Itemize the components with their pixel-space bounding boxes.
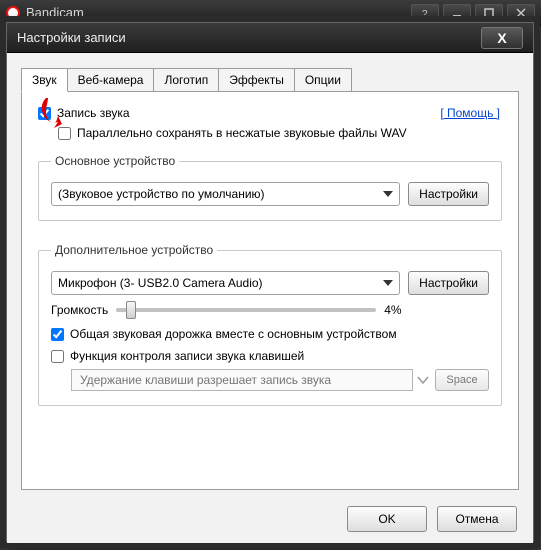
dialog-footer: OK Отмена <box>7 495 533 543</box>
dialog-close-button[interactable]: X <box>481 27 523 49</box>
space-key-button: Space <box>435 369 489 391</box>
app-title: Bandicam <box>26 5 84 20</box>
mix-with-main-row[interactable]: Общая звуковая дорожка вместе с основным… <box>51 327 489 341</box>
save-wav-checkbox[interactable] <box>58 127 71 140</box>
record-sound-label: Запись звука <box>57 106 130 120</box>
hotkey-input <box>71 369 413 391</box>
sound-tab-panel: [ Помощь ] Запись звука Параллельно сохр… <box>21 91 519 490</box>
tab-options[interactable]: Опции <box>294 68 352 92</box>
recording-settings-dialog: Настройки записи X Звук Веб-камера Логот… <box>6 22 534 542</box>
tab-label: Веб-камера <box>78 73 144 87</box>
tab-label: Эффекты <box>229 73 284 87</box>
tab-label: Звук <box>32 73 57 87</box>
secondary-device-select[interactable]: Микрофон (3- USB2.0 Camera Audio) <box>51 271 400 295</box>
main-device-select[interactable]: (Звуковое устройство по умолчанию) <box>51 182 400 206</box>
tab-label: Опции <box>305 73 341 87</box>
main-device-group: Основное устройство (Звуковое устройство… <box>38 154 502 221</box>
help-link[interactable]: [ Помощь ] <box>440 106 500 120</box>
volume-readout: 4% <box>384 303 401 317</box>
hotkey-toggle-checkbox[interactable] <box>51 350 64 363</box>
main-device-settings-button[interactable]: Настройки <box>408 182 489 206</box>
record-sound-row[interactable]: Запись звука <box>38 106 502 120</box>
tab-webcam[interactable]: Веб-камера <box>67 68 155 92</box>
app-maximize-button[interactable] <box>475 4 503 22</box>
volume-slider[interactable] <box>116 308 376 312</box>
tab-logo[interactable]: Логотип <box>153 68 219 92</box>
mix-with-main-label: Общая звуковая дорожка вместе с основным… <box>70 327 397 341</box>
main-device-legend: Основное устройство <box>51 154 179 168</box>
secondary-device-legend: Дополнительное устройство <box>51 243 217 257</box>
dialog-titlebar: Настройки записи X <box>7 23 533 53</box>
app-help-button[interactable]: ? <box>411 4 439 22</box>
hotkey-toggle-label: Функция контроля записи звука клавишей <box>70 349 304 363</box>
secondary-device-group: Дополнительное устройство Микрофон (3- U… <box>38 243 502 406</box>
volume-label: Громкость <box>51 303 108 317</box>
secondary-device-settings-button[interactable]: Настройки <box>408 271 489 295</box>
tab-sound[interactable]: Звук <box>21 68 68 92</box>
dialog-title: Настройки записи <box>17 30 126 45</box>
app-close-button[interactable] <box>507 4 535 22</box>
chevron-down-icon <box>417 374 429 386</box>
tab-effects[interactable]: Эффекты <box>218 68 295 92</box>
svg-text:?: ? <box>422 9 428 18</box>
close-icon: X <box>497 30 506 46</box>
tabbar: Звук Веб-камера Логотип Эффекты Опции <box>21 67 519 91</box>
save-wav-row[interactable]: Параллельно сохранять в несжатые звуковы… <box>58 126 502 140</box>
hotkey-toggle-row[interactable]: Функция контроля записи звука клавишей <box>51 349 489 363</box>
save-wav-label: Параллельно сохранять в несжатые звуковы… <box>77 126 407 140</box>
app-minimize-button[interactable] <box>443 4 471 22</box>
ok-button[interactable]: OK <box>347 506 427 532</box>
tab-label: Логотип <box>164 73 208 87</box>
mix-with-main-checkbox[interactable] <box>51 328 64 341</box>
app-logo-icon <box>6 6 20 20</box>
record-sound-checkbox[interactable] <box>38 107 51 120</box>
cancel-button[interactable]: Отмена <box>437 506 517 532</box>
